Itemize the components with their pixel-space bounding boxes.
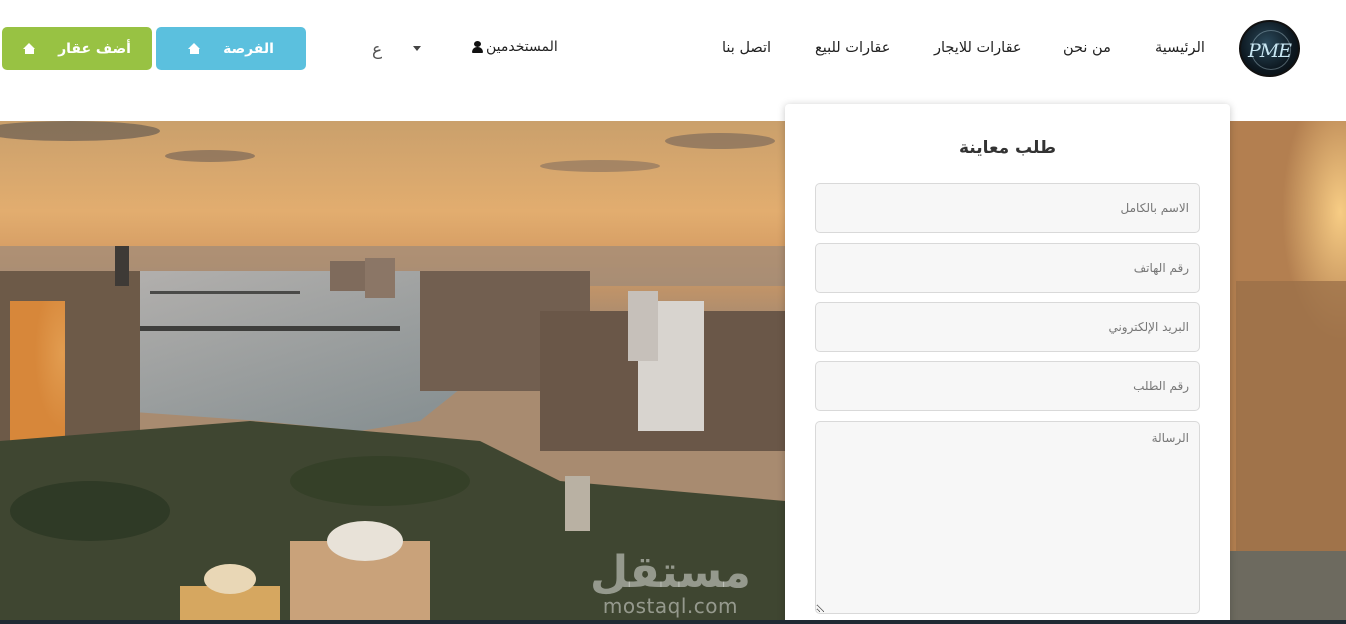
nav-sale-link[interactable]: عقارات للبيع	[815, 40, 890, 60]
order-number-input[interactable]	[815, 361, 1200, 411]
opportunity-button-label: الفرصة	[223, 40, 274, 57]
site-logo[interactable]: PME	[1239, 20, 1300, 77]
form-title: طلب معاينة	[958, 138, 1056, 158]
add-property-button[interactable]: أضف عقار	[2, 27, 152, 70]
home-icon	[23, 43, 36, 54]
nav-rent-link[interactable]: عقارات للايجار	[934, 40, 1022, 60]
opportunity-button[interactable]: الفرصة	[156, 27, 306, 70]
user-icon	[472, 41, 483, 53]
users-label: المستخدمين	[486, 39, 558, 55]
mostaql-watermark: مستقل mostaql.com	[590, 547, 751, 618]
full-name-input[interactable]	[815, 183, 1200, 233]
nav-about-link[interactable]: من نحن	[1063, 40, 1111, 60]
phone-input[interactable]	[815, 243, 1200, 293]
logo-text: PME	[1247, 40, 1292, 62]
nav-contact-link[interactable]: اتصل بنا	[722, 40, 771, 60]
watermark-url: mostaql.com	[602, 594, 738, 618]
users-menu[interactable]: المستخدمين	[472, 39, 558, 55]
watermark-arabic: مستقل	[590, 547, 751, 598]
language-switch[interactable]: ع	[372, 40, 382, 60]
site-header: PME الرئيسية من نحن عقارات للايجار عقارا…	[0, 0, 1346, 121]
bottom-strip	[0, 620, 1346, 624]
home-icon	[188, 43, 201, 54]
caret-down-icon[interactable]	[413, 46, 421, 51]
message-textarea[interactable]	[815, 421, 1200, 614]
add-property-button-label: أضف عقار	[58, 40, 131, 57]
nav-home-link[interactable]: الرئيسية	[1155, 40, 1205, 60]
email-input[interactable]	[815, 302, 1200, 352]
inspection-request-card: طلب معاينة	[785, 104, 1230, 624]
